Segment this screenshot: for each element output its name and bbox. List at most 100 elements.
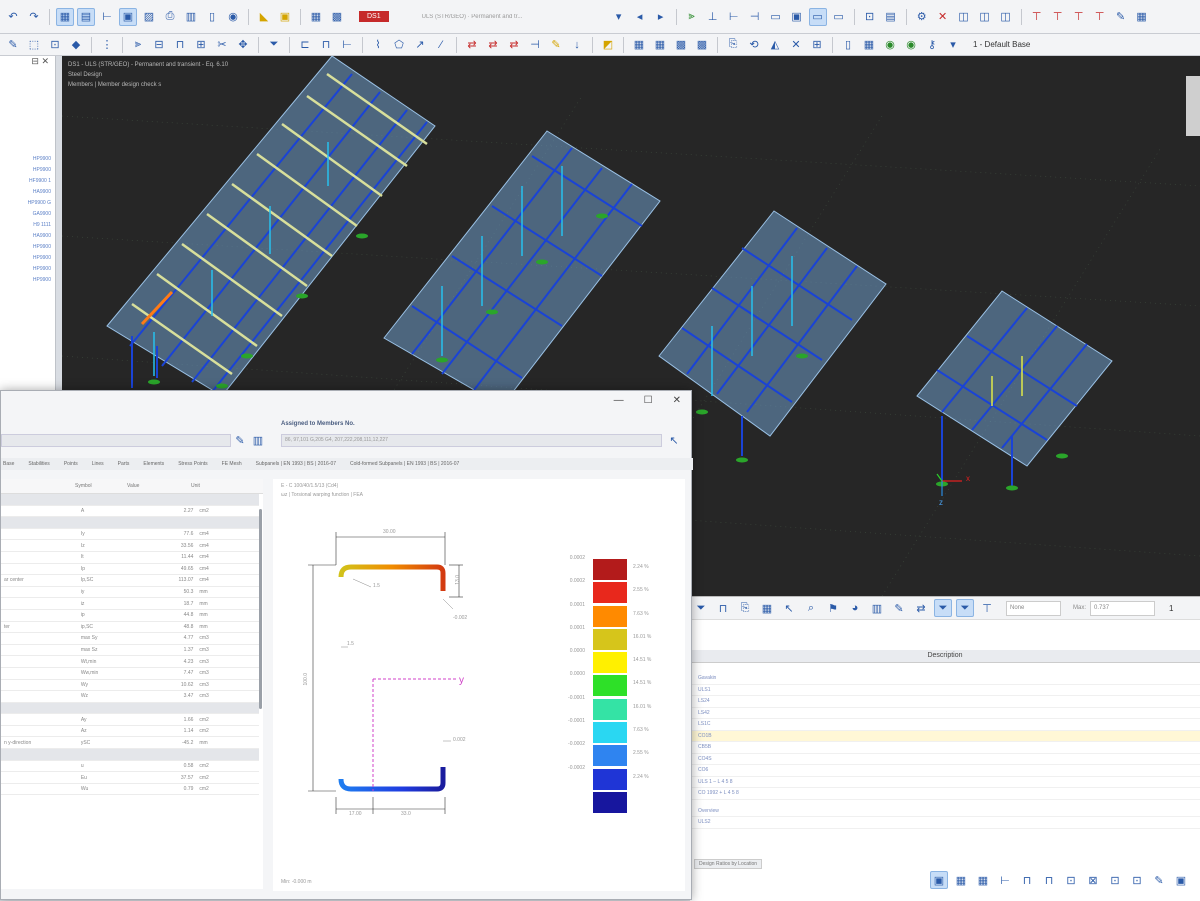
support-icon[interactable]: ⫸ bbox=[683, 8, 701, 26]
design-icon[interactable]: ▩ bbox=[328, 8, 346, 26]
set-icon[interactable]: ⊞ bbox=[192, 36, 210, 54]
property-row[interactable]: Eu 37.57 cm2 bbox=[1, 771, 259, 784]
flag-icon[interactable]: ⚑ bbox=[824, 599, 842, 617]
report-icon[interactable]: ▥ bbox=[182, 8, 200, 26]
name-field[interactable] bbox=[1, 434, 231, 447]
filter3-icon[interactable]: ⏷ bbox=[956, 599, 974, 617]
print-icon[interactable]: ▣ bbox=[119, 7, 137, 26]
property-row[interactable]: Az 1.14 cm2 bbox=[1, 725, 259, 738]
panel-icon[interactable]: ▤ bbox=[77, 7, 95, 26]
filter2-icon[interactable]: ⏷ bbox=[934, 599, 952, 617]
result-row[interactable]: CB5B bbox=[690, 742, 1200, 754]
close-icon[interactable]: ✕ bbox=[673, 395, 681, 406]
results-icon[interactable]: ▦ bbox=[307, 8, 325, 26]
edit-icon[interactable]: ✎ bbox=[1112, 8, 1130, 26]
property-row[interactable]: ip 44.8 mm bbox=[1, 609, 259, 622]
surface-icon[interactable]: ▭ bbox=[767, 8, 785, 26]
scale-icon[interactable]: ⊞ bbox=[808, 36, 826, 54]
dim-icon[interactable]: ⊣ bbox=[526, 36, 544, 54]
shape-icon[interactable]: ⬠ bbox=[390, 36, 408, 54]
pen-icon[interactable]: ✎ bbox=[547, 36, 565, 54]
result-row[interactable]: LS1C bbox=[690, 719, 1200, 731]
redo-icon[interactable]: ↷ bbox=[25, 8, 43, 26]
result-row[interactable]: CO4S bbox=[690, 754, 1200, 765]
status7-icon[interactable]: ⊡ bbox=[1062, 871, 1080, 889]
pin-icon[interactable]: ⊟ ✕ bbox=[0, 56, 55, 70]
pin-icon[interactable]: ↓ bbox=[568, 36, 586, 54]
select-icon[interactable]: ↖ bbox=[665, 431, 683, 449]
navigator-item[interactable]: HF9900 1 bbox=[4, 178, 55, 189]
loadcase-icon[interactable]: ▣ bbox=[276, 8, 294, 26]
property-row[interactable]: iy 50.3 mm bbox=[1, 586, 259, 599]
dialog-tab[interactable]: Stress Points bbox=[178, 461, 207, 467]
layers-icon[interactable]: ▤ bbox=[882, 8, 900, 26]
result-row[interactable]: ULS1 bbox=[690, 685, 1200, 696]
result-row[interactable]: LS24 bbox=[690, 696, 1200, 708]
display2-icon[interactable]: ▭ bbox=[830, 8, 848, 26]
ruler-icon[interactable]: ⊢ bbox=[338, 36, 356, 54]
mesh3-icon[interactable]: ▩ bbox=[672, 36, 690, 54]
property-row[interactable]: Ip 49.65 cm4 bbox=[1, 563, 259, 576]
scrollbar[interactable] bbox=[259, 509, 262, 709]
status6-icon[interactable]: ⊓ bbox=[1040, 871, 1058, 889]
dialog-tab[interactable]: Subpanels | EN 1993 | BS | 2016-07 bbox=[256, 461, 336, 467]
cut-icon[interactable]: ✂ bbox=[213, 36, 231, 54]
navigator-item[interactable]: H9 1111 bbox=[4, 222, 55, 233]
select-icon[interactable]: ⬚ bbox=[25, 36, 43, 54]
render-icon[interactable]: ◉ bbox=[224, 8, 242, 26]
property-row[interactable]: Wz 3.47 cm3 bbox=[1, 690, 259, 703]
edit-icon[interactable]: ✎ bbox=[890, 599, 908, 617]
axis3-icon[interactable]: ⊤ bbox=[1070, 8, 1088, 26]
mesh-icon[interactable]: ▦ bbox=[630, 36, 648, 54]
status11-icon[interactable]: ✎ bbox=[1150, 871, 1168, 889]
status3-icon[interactable]: ▦ bbox=[974, 871, 992, 889]
dialog-tab[interactable]: Points bbox=[64, 461, 78, 467]
status-icon[interactable]: ▣ bbox=[930, 871, 948, 889]
cube-icon[interactable]: ◫ bbox=[976, 8, 994, 26]
cursor-icon[interactable]: ↖ bbox=[780, 599, 798, 617]
chevron-down-icon[interactable]: ▾ bbox=[610, 8, 628, 26]
dialog-tab[interactable]: Lines bbox=[92, 461, 104, 467]
arrow-icon[interactable]: ↗ bbox=[411, 36, 429, 54]
status-icon[interactable]: ◉ bbox=[902, 36, 920, 54]
property-row[interactable]: Wu 0.79 cm2 bbox=[1, 783, 259, 796]
view-select-icon[interactable]: ▾ bbox=[944, 36, 962, 54]
load-case-selector[interactable]: ULS (STR/GEO) · Permanent and tr... bbox=[422, 14, 607, 20]
table-icon[interactable]: ▦ bbox=[758, 599, 776, 617]
result-row[interactable]: LS42 bbox=[690, 708, 1200, 719]
dialog-tab[interactable]: Elements bbox=[143, 461, 164, 467]
property-row[interactable]: ar center Ip,SC 113.07 cm4 bbox=[1, 574, 259, 587]
status2-icon[interactable]: ▦ bbox=[952, 871, 970, 889]
cube2-icon[interactable]: ◫ bbox=[997, 8, 1015, 26]
property-row[interactable]: max Sy 4.77 cm3 bbox=[1, 632, 259, 645]
image-icon[interactable]: ▨ bbox=[140, 8, 158, 26]
support-tool-icon[interactable]: ⫸ bbox=[129, 36, 147, 54]
axis4-icon[interactable]: ⊤ bbox=[1091, 8, 1109, 26]
mesh2-icon[interactable]: ▦ bbox=[651, 36, 669, 54]
magnet-icon[interactable]: ⊓ bbox=[317, 36, 335, 54]
view-selector[interactable]: 1 - Default Base bbox=[973, 40, 1030, 49]
property-row[interactable]: Wt,min 4.23 cm3 bbox=[1, 655, 259, 668]
mesh4-icon[interactable]: ▩ bbox=[693, 36, 711, 54]
filter-select[interactable]: None bbox=[1006, 600, 1061, 616]
navigator-item[interactable]: HP9900 bbox=[4, 277, 55, 288]
delete-icon[interactable]: ✕ bbox=[787, 36, 805, 54]
axis2-icon[interactable]: ⊤ bbox=[1049, 8, 1067, 26]
dialog-tab[interactable]: Stabilities bbox=[28, 461, 49, 467]
line-icon[interactable]: ⊣ bbox=[746, 8, 764, 26]
check-icon[interactable]: ◉ bbox=[881, 36, 899, 54]
copy-icon[interactable]: ⎘ bbox=[724, 36, 742, 54]
node-icon[interactable]: ⊢ bbox=[725, 8, 743, 26]
pin-icon[interactable]: ⊓ bbox=[714, 599, 732, 617]
prev-icon[interactable]: ◂ bbox=[631, 8, 649, 26]
swap-icon[interactable]: ⇄ bbox=[463, 36, 481, 54]
dialog-tab[interactable]: Parts bbox=[118, 461, 130, 467]
axis-icon[interactable]: ⊤ bbox=[1028, 8, 1046, 26]
move-icon[interactable]: ✥ bbox=[234, 36, 252, 54]
swap3-icon[interactable]: ⇄ bbox=[505, 36, 523, 54]
status12-icon[interactable]: ▣ bbox=[1172, 871, 1190, 889]
dimension-icon[interactable]: ⊢ bbox=[98, 8, 116, 26]
next-icon[interactable]: ▸ bbox=[652, 8, 670, 26]
property-row[interactable]: Wy 10.62 cm3 bbox=[1, 679, 259, 692]
chart-icon[interactable]: ⌇ bbox=[369, 36, 387, 54]
